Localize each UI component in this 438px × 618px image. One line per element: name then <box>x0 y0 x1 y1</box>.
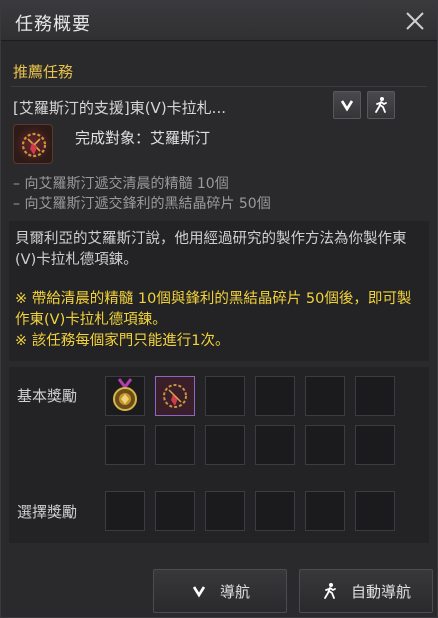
reward-slot-necklace[interactable] <box>155 376 195 416</box>
reward-slot-empty[interactable] <box>155 425 195 465</box>
quest-description-panel: 貝爾利亞的艾羅斯汀說，他用經過研究的製作方法為你製作東(V)卡拉札德項鍊。 ※ … <box>9 221 429 361</box>
reward-slot-empty[interactable] <box>305 376 345 416</box>
navigate-label: 導航 <box>219 582 250 601</box>
choice-reward-label: 選擇獎勵 <box>17 503 78 521</box>
quest-description: 貝爾利亞的艾羅斯汀說，他用經過研究的製作方法為你製作東(V)卡拉札德項鍊。 <box>15 231 407 268</box>
reward-slot-empty[interactable] <box>355 376 395 416</box>
choice-slot-empty[interactable] <box>355 491 395 531</box>
choice-slot-empty[interactable] <box>105 491 145 531</box>
completion-target: 完成對象：艾羅斯汀 <box>75 129 211 147</box>
choice-slot-empty[interactable] <box>205 491 245 531</box>
title-bar: 任務概要 <box>1 1 437 41</box>
choice-slot-empty[interactable] <box>155 491 195 531</box>
auto-navigate-button[interactable]: 自動導航 <box>299 569 433 613</box>
reward-slot-empty[interactable] <box>205 376 245 416</box>
chevron-down-icon <box>340 100 354 112</box>
expand-button[interactable] <box>333 91 361 119</box>
window-title: 任務概要 <box>15 14 91 35</box>
choice-slot-empty[interactable] <box>255 491 295 531</box>
quest-summary-window: 任務概要 推薦任務 [艾羅斯汀的支援]東(V)卡拉札... 完成對象：艾羅斯汀 … <box>0 0 438 618</box>
reward-slot-empty[interactable] <box>255 425 295 465</box>
reward-slot-empty[interactable] <box>255 376 295 416</box>
close-button[interactable] <box>401 7 429 35</box>
objective-2: – 向艾羅斯汀遞交鋒利的黑結晶碎片 50個 <box>13 196 271 212</box>
walking-person-icon <box>375 97 387 113</box>
reward-slot-empty[interactable] <box>305 425 345 465</box>
chevron-down-icon <box>190 582 208 600</box>
quest-note-2: ※ 該任務每個家門只能進行1次。 <box>15 333 230 349</box>
navigate-button[interactable]: 導航 <box>153 569 287 613</box>
auto-path-button[interactable] <box>367 91 395 119</box>
close-icon <box>406 12 424 30</box>
auto-navigate-label: 自動導航 <box>350 582 411 601</box>
recommended-quest-heading: 推薦任務 <box>13 63 74 81</box>
necklace-icon <box>156 377 194 415</box>
reward-slot-empty[interactable] <box>105 425 145 465</box>
quest-note-1: ※ 帶給清晨的精髓 10個與鋒利的黑結晶碎片 50個後，即可製作東(V)卡拉札德… <box>15 291 412 328</box>
reward-slot-empty[interactable] <box>205 425 245 465</box>
walking-person-icon <box>321 582 339 600</box>
reward-slot-empty[interactable] <box>355 425 395 465</box>
reward-slot-medal[interactable] <box>105 376 145 416</box>
rewards-panel: 基本獎勵 選擇獎勵 <box>9 367 429 543</box>
basic-reward-label: 基本獎勵 <box>17 387 78 405</box>
medal-icon <box>113 378 137 411</box>
objective-1: – 向艾羅斯汀遞交清晨的精髓 10個 <box>13 176 229 192</box>
divider <box>11 86 427 87</box>
choice-slot-empty[interactable] <box>305 491 345 531</box>
quest-title[interactable]: [艾羅斯汀的支援]東(V)卡拉札... <box>13 97 226 118</box>
quest-necklace-icon <box>13 124 53 164</box>
